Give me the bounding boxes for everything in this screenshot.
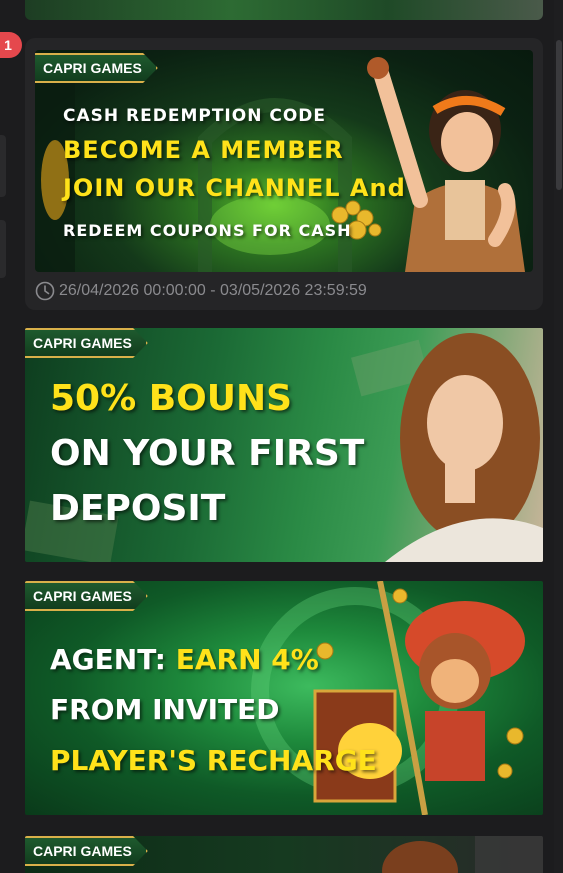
promo-headline: BECOME A MEMBER (63, 136, 344, 164)
brand-tag: CAPRI GAMES (25, 836, 148, 866)
promo-headline: FROM INVITED (50, 693, 280, 726)
previous-promo-banner[interactable] (25, 0, 543, 20)
brand-tag: CAPRI GAMES (25, 581, 148, 611)
promo-banner-agent[interactable]: CAPRI GAMES AGENT: EARN 4% FROM INVITED … (25, 581, 543, 815)
promo-headline: JOIN OUR CHANNEL And (63, 174, 406, 202)
promo-headline: ON YOUR FIRST (50, 433, 365, 474)
promo-banner-first-deposit[interactable]: CAPRI GAMES 50% BOUNS ON YOUR FIRST DEPO… (25, 328, 543, 562)
notification-badge: 1 (0, 32, 22, 58)
promo-headline: AGENT: EARN 4% (50, 643, 319, 676)
promo-subtitle: REDEEM COUPONS FOR CASH (63, 221, 352, 240)
promo-time-text: 26/04/2026 00:00:00 - 03/05/2026 23:59:5… (59, 282, 367, 299)
promo-headline: PLAYER'S RECHARGE (50, 744, 377, 777)
promo-banner-partial[interactable]: CAPRI GAMES (25, 836, 543, 873)
promo-card-cash-redemption[interactable]: CAPRI GAMES CASH REDEMPTION CODE BECOME … (25, 38, 543, 310)
promo-headline: 50% BOUNS (50, 378, 293, 419)
promo-headline: DEPOSIT (50, 488, 226, 529)
side-tab[interactable] (0, 135, 6, 197)
brand-tag: CAPRI GAMES (35, 53, 158, 83)
promo-subtitle: CASH REDEMPTION CODE (63, 106, 326, 126)
clock-icon (35, 281, 55, 301)
promo-banner-cash-redemption[interactable]: CAPRI GAMES CASH REDEMPTION CODE BECOME … (35, 50, 533, 272)
brand-tag: CAPRI GAMES (25, 328, 148, 358)
scrollbar[interactable] (554, 0, 563, 873)
promo-time-range: 26/04/2026 00:00:00 - 03/05/2026 23:59:5… (35, 281, 367, 301)
side-tab[interactable] (0, 220, 6, 278)
scrollbar-thumb[interactable] (556, 40, 562, 190)
promo-headline-prefix: AGENT: (50, 643, 176, 676)
promo-headline-highlight: EARN 4% (175, 643, 319, 676)
